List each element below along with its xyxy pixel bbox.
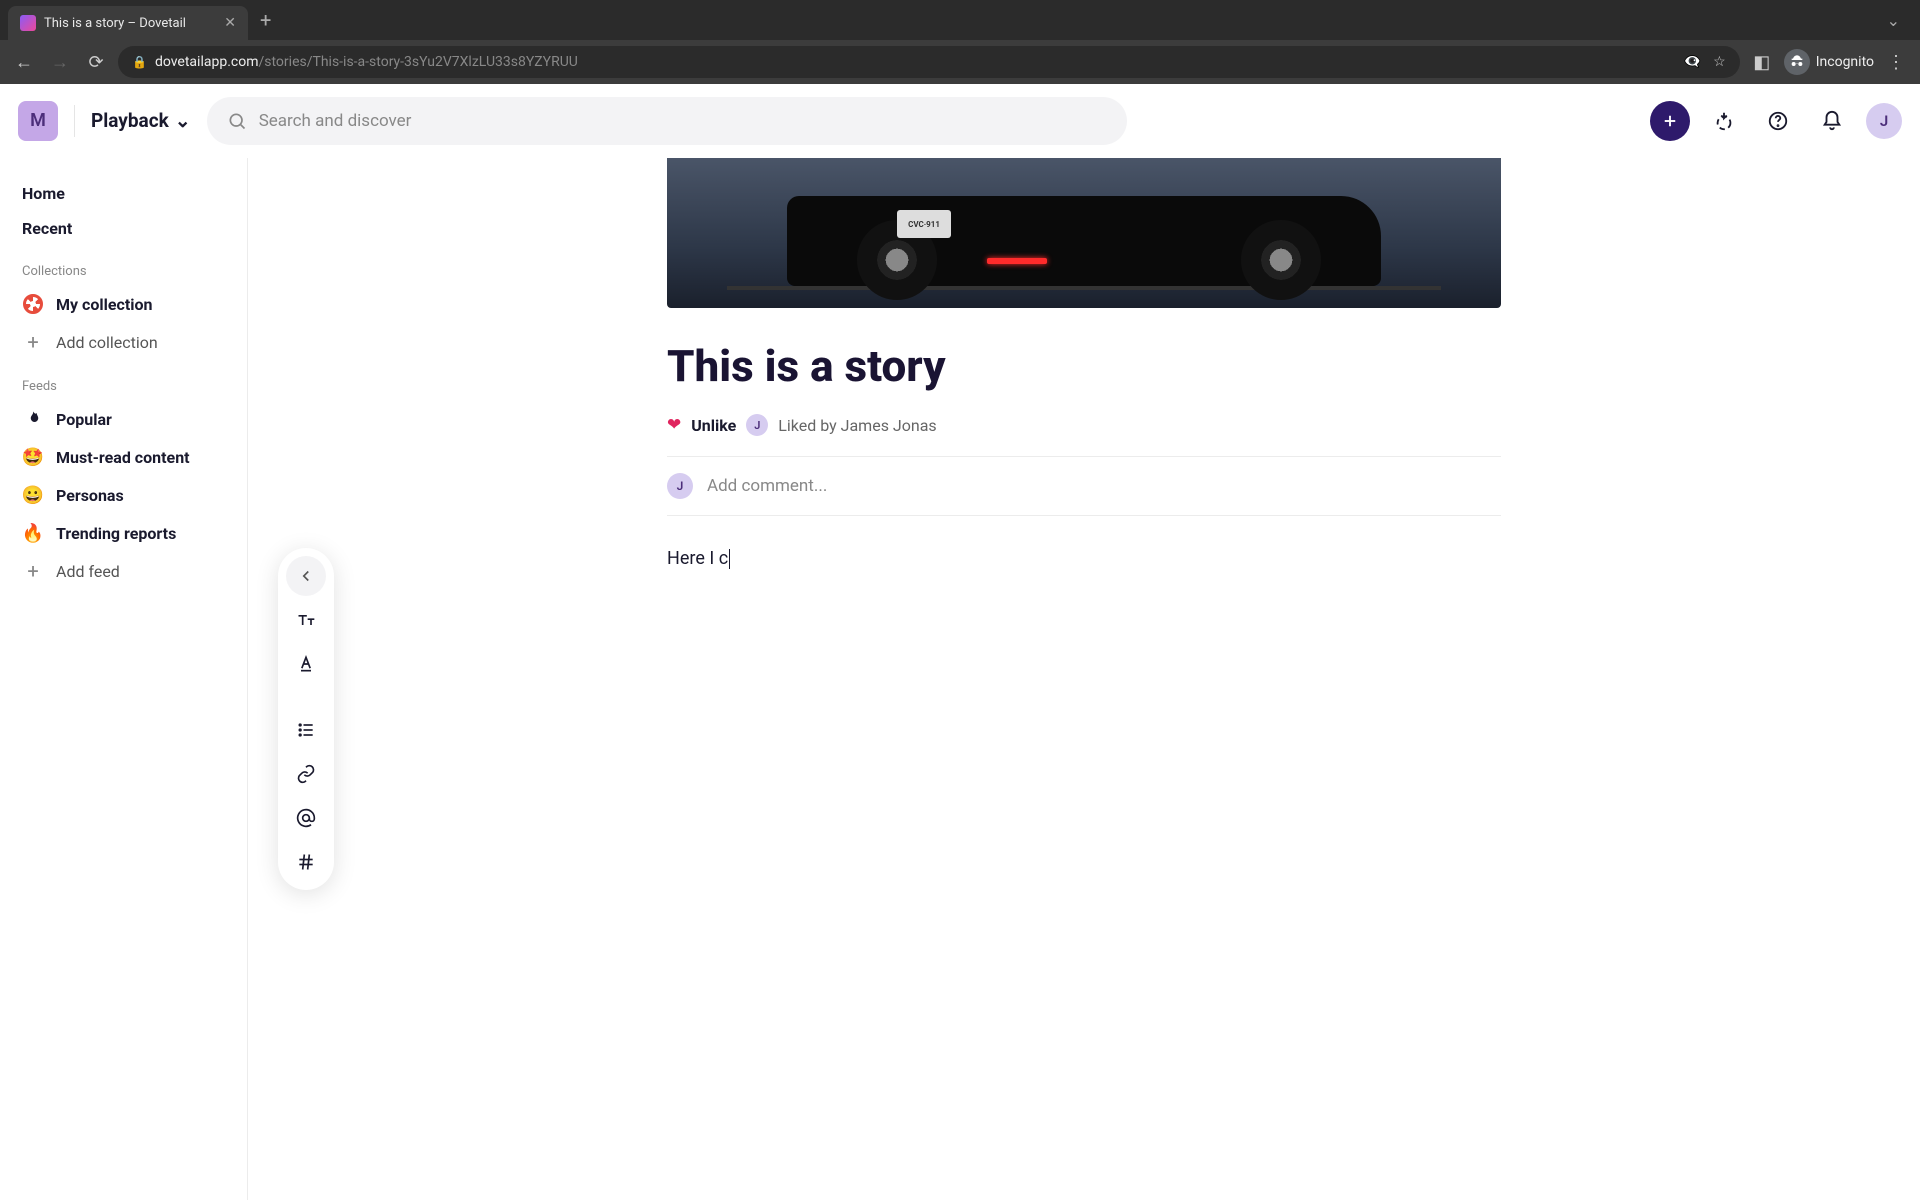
plus-icon: + xyxy=(22,331,44,353)
comment-row[interactable]: J Add comment... xyxy=(667,457,1501,516)
sidebar-add-collection[interactable]: + Add collection xyxy=(12,323,235,361)
heart-icon[interactable]: ❤ xyxy=(667,415,681,435)
help-icon[interactable] xyxy=(1758,101,1798,141)
toolbar-link-icon[interactable] xyxy=(286,754,326,794)
lock-icon: 🔒 xyxy=(132,55,147,69)
url-text: dovetailapp.com/stories/This-is-a-story-… xyxy=(155,54,578,70)
emoji-icon: 🔥 xyxy=(22,522,44,544)
playback-label: Playback xyxy=(91,109,169,132)
sidebar-add-feed[interactable]: + Add feed xyxy=(12,552,235,590)
sidebar-section-feeds: Feeds xyxy=(12,361,235,400)
incognito-icon xyxy=(1784,49,1810,75)
sidebar-feed-popular[interactable]: Popular xyxy=(12,400,235,438)
sync-icon[interactable] xyxy=(1704,101,1744,141)
body-text-content: Here I c xyxy=(667,548,728,569)
emoji-icon: 😀 xyxy=(22,484,44,506)
toolbar-text-color-icon[interactable] xyxy=(286,644,326,684)
liker-avatar[interactable]: J xyxy=(746,414,768,436)
unlike-button[interactable]: Unlike xyxy=(691,416,736,435)
tab-overflow-icon[interactable]: ⌄ xyxy=(1887,11,1912,30)
back-button[interactable]: ← xyxy=(10,48,38,76)
divider xyxy=(74,105,75,137)
incognito-badge[interactable]: Incognito xyxy=(1784,49,1874,75)
text-cursor xyxy=(729,549,730,569)
bookmark-star-icon[interactable]: ☆ xyxy=(1713,54,1726,70)
kebab-menu-icon[interactable]: ⋮ xyxy=(1882,48,1910,76)
sidebar: Home Recent Collections My collection + … xyxy=(0,158,248,1200)
close-tab-icon[interactable]: ✕ xyxy=(224,15,236,31)
eye-off-icon[interactable]: 👁‍🗨 xyxy=(1684,54,1701,70)
comment-placeholder: Add comment... xyxy=(707,476,827,496)
flame-icon xyxy=(22,408,44,430)
search-placeholder: Search and discover xyxy=(259,111,412,131)
forward-button[interactable]: → xyxy=(46,48,74,76)
address-bar[interactable]: 🔒 dovetailapp.com/stories/This-is-a-stor… xyxy=(118,46,1740,78)
toolbar-hashtag-icon[interactable] xyxy=(286,842,326,882)
story-body-editor[interactable]: Here I c xyxy=(667,548,1501,569)
sidebar-feed-must-read[interactable]: 🤩 Must-read content xyxy=(12,438,235,476)
plus-icon: + xyxy=(22,560,44,582)
search-input[interactable]: Search and discover xyxy=(207,97,1127,145)
workspace-badge[interactable]: M xyxy=(18,101,58,141)
like-row: ❤ Unlike J Liked by James Jonas xyxy=(667,414,1501,457)
browser-tab[interactable]: This is a story – Dovetail ✕ xyxy=(8,6,248,40)
reload-button[interactable]: ⟳ xyxy=(82,48,110,76)
sidebar-section-collections: Collections xyxy=(12,246,235,285)
create-button[interactable] xyxy=(1650,101,1690,141)
editor-toolbar xyxy=(278,548,334,890)
license-plate: CVC·911 xyxy=(897,210,951,238)
emoji-icon: 🤩 xyxy=(22,446,44,468)
story-title[interactable]: This is a story xyxy=(667,340,1501,392)
sidebar-my-collection[interactable]: My collection xyxy=(12,285,235,323)
lifebuoy-icon xyxy=(22,293,44,315)
tab-bar: This is a story – Dovetail ✕ + ⌄ xyxy=(0,0,1920,40)
hero-image[interactable]: CVC·911 xyxy=(667,158,1501,308)
favicon xyxy=(20,15,36,31)
sidebar-home[interactable]: Home xyxy=(12,176,235,211)
url-bar: ← → ⟳ 🔒 dovetailapp.com/stories/This-is-… xyxy=(0,40,1920,84)
sidebar-feed-trending[interactable]: 🔥 Trending reports xyxy=(12,514,235,552)
notifications-icon[interactable] xyxy=(1812,101,1852,141)
liked-by-text: Liked by James Jonas xyxy=(778,416,936,435)
toolbar-back-button[interactable] xyxy=(286,556,326,596)
sidebar-recent[interactable]: Recent xyxy=(12,211,235,246)
new-tab-button[interactable]: + xyxy=(260,8,271,32)
chevron-down-icon: ⌄ xyxy=(175,109,191,132)
toolbar-mention-icon[interactable] xyxy=(286,798,326,838)
playback-dropdown[interactable]: Playback ⌄ xyxy=(91,109,191,132)
tab-title: This is a story – Dovetail xyxy=(44,16,216,31)
toolbar-list-icon[interactable] xyxy=(286,710,326,750)
browser-chrome: This is a story – Dovetail ✕ + ⌄ ← → ⟳ 🔒… xyxy=(0,0,1920,84)
app-header: M Playback ⌄ Search and discover J xyxy=(0,84,1920,158)
panel-icon[interactable]: ◧ xyxy=(1748,48,1776,76)
search-icon xyxy=(227,111,247,131)
main-content: CVC·911 This is a story ❤ Unlike J Liked… xyxy=(248,158,1920,1200)
sidebar-feed-personas[interactable]: 😀 Personas xyxy=(12,476,235,514)
toolbar-text-size-icon[interactable] xyxy=(286,600,326,640)
comment-avatar: J xyxy=(667,473,693,499)
user-avatar[interactable]: J xyxy=(1866,103,1902,139)
